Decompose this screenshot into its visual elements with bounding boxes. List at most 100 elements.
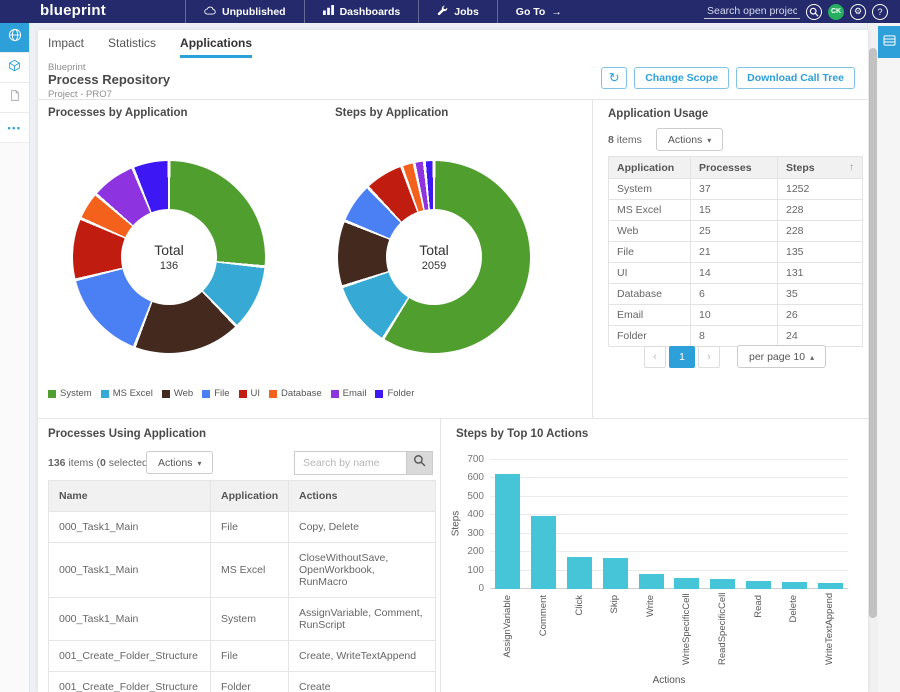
tab-applications[interactable]: Applications — [180, 36, 252, 58]
bar[interactable] — [674, 578, 699, 589]
table-cell: Copy, Delete — [289, 512, 436, 543]
nav-item-unpublished[interactable]: Unpublished — [185, 0, 304, 23]
steps-chart-title: Steps by Application — [335, 107, 448, 119]
user-avatar[interactable]: CK — [828, 4, 844, 20]
tab-statistics[interactable]: Statistics — [108, 36, 156, 58]
legend-item: Database — [269, 388, 322, 399]
usage-table-header: Application Processes ↑Steps — [609, 157, 863, 179]
column-header-processes[interactable]: Processes — [691, 157, 778, 179]
table-cell: UI — [609, 263, 691, 284]
bar[interactable] — [495, 474, 520, 589]
table-cell: 10 — [691, 305, 778, 326]
table-cell: Database — [609, 284, 691, 305]
vertical-scrollbar[interactable] — [867, 23, 878, 692]
search-icon[interactable] — [806, 4, 822, 20]
legend-label: MS Excel — [113, 388, 153, 399]
legend-label: Database — [281, 388, 322, 399]
change-scope-button[interactable]: Change Scope — [634, 67, 729, 89]
usage-table-row[interactable]: Email1026 — [609, 305, 863, 326]
usage-table-row[interactable]: Web25228 — [609, 221, 863, 242]
sidebar-item-artifacts[interactable] — [0, 53, 29, 83]
processes-table-row[interactable]: 001_Create_Folder_StructureFolderCreate — [49, 672, 436, 692]
y-axis-tick: 200 — [450, 546, 484, 557]
previous-page-button[interactable]: ‹ — [644, 346, 666, 368]
table-cell: System — [609, 179, 691, 200]
legend-item: File — [202, 388, 229, 399]
table-cell: 228 — [778, 221, 863, 242]
y-axis-tick: 600 — [450, 472, 484, 483]
table-cell: 000_Task1_Main — [49, 598, 211, 641]
scrollbar-thumb[interactable] — [869, 48, 877, 618]
y-axis-title: Steps — [451, 502, 462, 546]
settings-gear-icon[interactable]: ⚙ — [850, 4, 866, 20]
processes-table: Name Application Actions 000_Task1_MainF… — [48, 480, 436, 692]
bar[interactable] — [746, 581, 771, 589]
column-header-application[interactable]: Application — [211, 481, 289, 512]
processes-table-row[interactable]: 000_Task1_MainSystemAssignVariable, Comm… — [49, 598, 436, 641]
column-header-actions[interactable]: Actions — [289, 481, 436, 512]
legend-label: UI — [251, 388, 261, 399]
sidebar-item-globe[interactable] — [0, 23, 29, 53]
bar[interactable] — [567, 557, 592, 589]
legend-item: System — [48, 388, 92, 399]
processes-actions-button[interactable]: Actions▾ — [146, 451, 213, 474]
donut-total-value: 2059 — [422, 260, 446, 272]
application-usage-table: Application Processes ↑Steps System37125… — [608, 156, 863, 347]
current-page-button[interactable]: 1 — [669, 346, 695, 368]
actions-label: Actions — [158, 457, 192, 469]
usage-table-row[interactable]: UI14131 — [609, 263, 863, 284]
right-rail — [878, 23, 900, 692]
table-cell: Web — [609, 221, 691, 242]
usage-actions-button[interactable]: Actions▾ — [656, 128, 723, 151]
legend-item: MS Excel — [101, 388, 153, 399]
table-cell: 21 — [691, 242, 778, 263]
bar[interactable] — [639, 574, 664, 589]
bar[interactable] — [531, 516, 556, 589]
tab-impact[interactable]: Impact — [48, 36, 84, 58]
bar[interactable] — [603, 558, 628, 589]
search-by-name-input[interactable] — [294, 451, 406, 475]
project-search-input[interactable] — [704, 4, 800, 19]
processes-table-row[interactable]: 001_Create_Folder_StructureFileCreate, W… — [49, 641, 436, 672]
sidebar-item-documents[interactable] — [0, 83, 29, 113]
usage-table-row[interactable]: Folder824 — [609, 326, 863, 347]
download-call-tree-button[interactable]: Download Call Tree — [736, 67, 855, 89]
nav-item-label: Go To — [516, 6, 546, 18]
column-header-application[interactable]: Application — [609, 157, 691, 179]
usage-table-row[interactable]: MS Excel15228 — [609, 200, 863, 221]
nav-item-dashboards[interactable]: Dashboards — [304, 0, 419, 23]
table-cell: Folder — [609, 326, 691, 347]
per-page-selector[interactable]: per page 10▴ — [737, 345, 826, 368]
sort-ascending-icon[interactable]: ↑ — [849, 162, 854, 173]
column-header-name[interactable]: Name — [49, 481, 211, 512]
sidebar-item-more[interactable]: ••• — [0, 113, 29, 143]
table-cell: 001_Create_Folder_Structure — [49, 672, 211, 692]
processes-donut-chart[interactable]: Total 136 — [73, 161, 265, 353]
usage-table-row[interactable]: File21135 — [609, 242, 863, 263]
legend-swatch — [202, 390, 210, 398]
panel-toggle-button[interactable] — [878, 26, 900, 58]
legend-label: File — [214, 388, 229, 399]
goto-arrow-icon: → — [551, 6, 562, 18]
bar[interactable] — [710, 579, 735, 589]
nav-item-jobs[interactable]: Jobs — [418, 0, 497, 23]
help-icon[interactable]: ? — [872, 4, 888, 20]
steps-donut-chart[interactable]: Total 2059 — [338, 161, 530, 353]
usage-table-row[interactable]: System371252 — [609, 179, 863, 200]
table-cell: Create — [289, 672, 436, 692]
nav-item-goto[interactable]: Go To → — [497, 0, 580, 23]
processes-table-row[interactable]: 000_Task1_MainMS ExcelCloseWithoutSave, … — [49, 543, 436, 598]
x-axis-label: Click — [574, 595, 585, 665]
table-cell: 24 — [778, 326, 863, 347]
processes-panel-title: Processes Using Application — [48, 428, 206, 440]
next-page-button[interactable]: › — [698, 346, 720, 368]
y-axis-tick: 400 — [450, 509, 484, 520]
usage-table-row[interactable]: Database635 — [609, 284, 863, 305]
refresh-button[interactable]: ↻ — [601, 67, 627, 89]
processes-table-row[interactable]: 000_Task1_MainFileCopy, Delete — [49, 512, 436, 543]
bar[interactable] — [782, 582, 807, 589]
search-button[interactable] — [406, 451, 433, 475]
bar[interactable] — [818, 583, 843, 589]
nav-item-label: Jobs — [454, 6, 479, 18]
column-header-steps[interactable]: ↑Steps — [778, 157, 863, 179]
